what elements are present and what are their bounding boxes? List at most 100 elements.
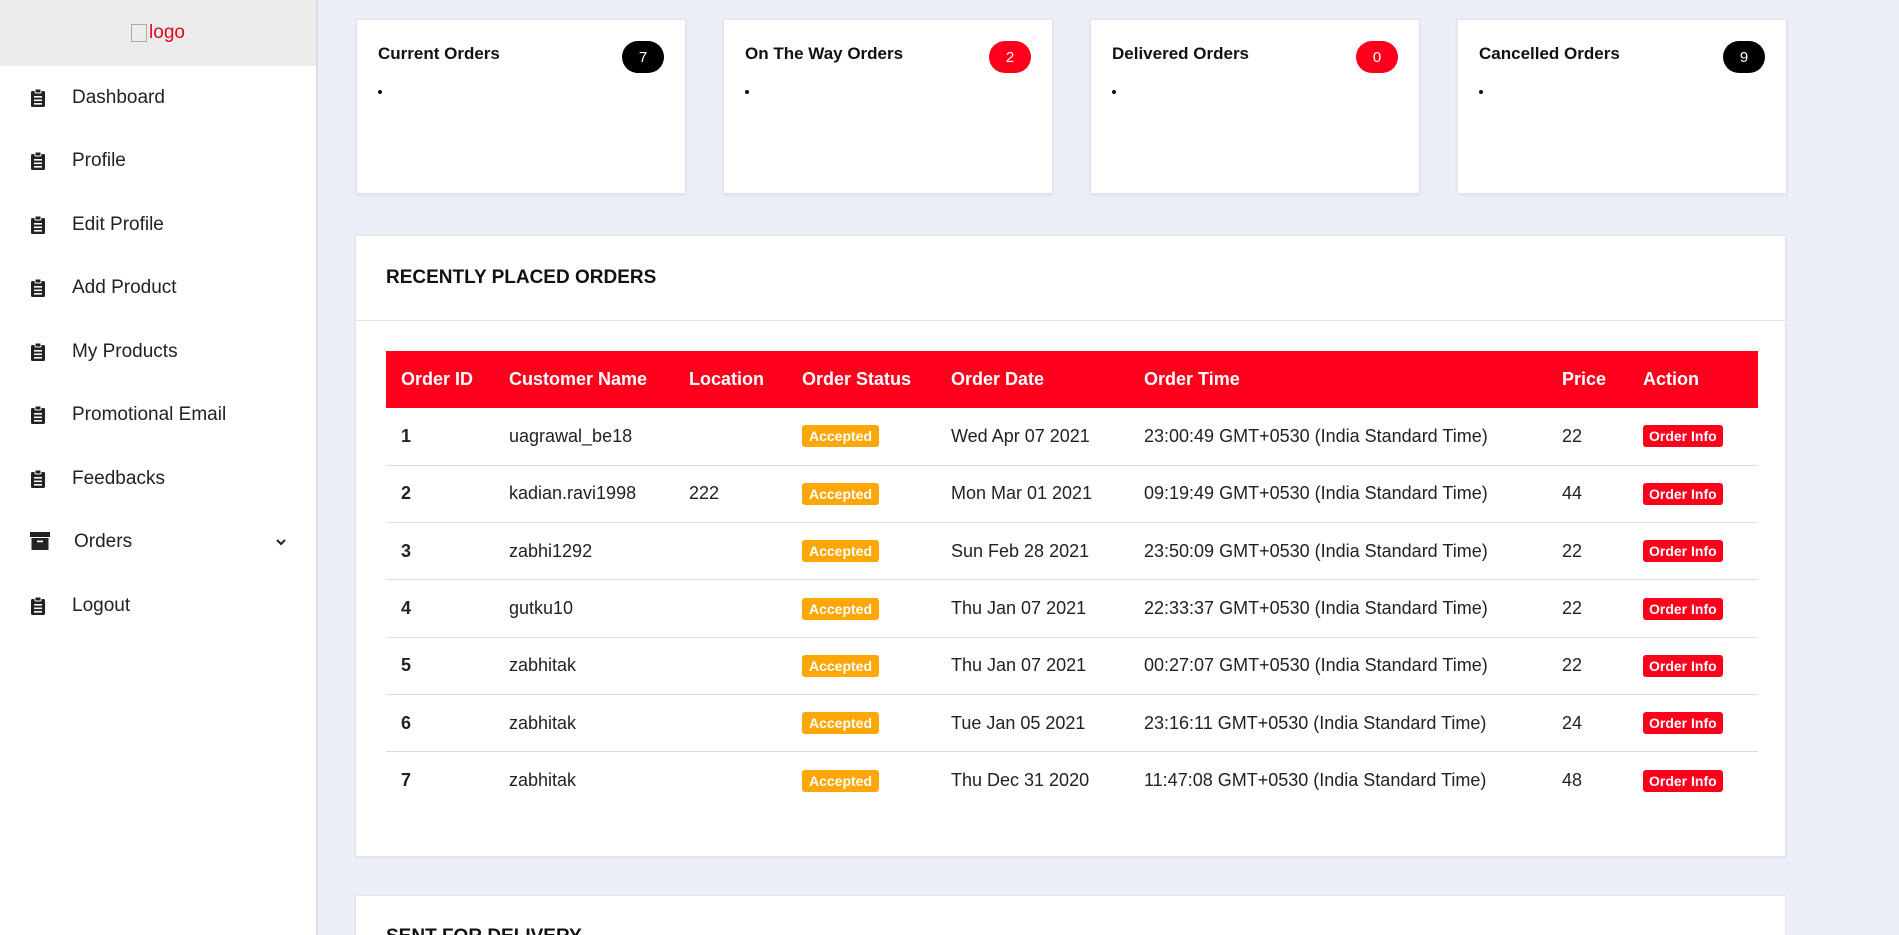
order-id: 2 bbox=[401, 483, 412, 504]
column-header: Action bbox=[1643, 369, 1699, 389]
order-info-button[interactable]: Order Info bbox=[1643, 769, 1723, 792]
order-status-cell: Accepted bbox=[787, 580, 936, 637]
card-title: Cancelled Orders bbox=[1479, 44, 1620, 63]
order-time: 23:50:09 GMT+0530 (India Standard Time) bbox=[1144, 540, 1488, 561]
sidebar-item-logout[interactable]: Logout bbox=[0, 574, 316, 638]
clipboard-icon bbox=[30, 88, 46, 108]
order-time: 00:27:07 GMT+0530 (India Standard Time) bbox=[1144, 655, 1488, 676]
location bbox=[674, 694, 787, 751]
order-date: Sun Feb 28 2021 bbox=[951, 540, 1090, 561]
card-dot bbox=[378, 90, 382, 94]
clipboard-icon bbox=[30, 151, 46, 171]
summary-card[interactable]: Cancelled Orders 9 bbox=[1457, 19, 1787, 194]
order-info-button[interactable]: Order Info bbox=[1643, 540, 1723, 563]
summary-card[interactable]: Delivered Orders 0 bbox=[1090, 19, 1420, 194]
column-header: Order Status bbox=[802, 369, 912, 389]
order-info-button[interactable]: Order Info bbox=[1643, 482, 1723, 505]
sidebar-item-feedbacks[interactable]: Feedbacks bbox=[0, 447, 316, 511]
status-badge: Accepted bbox=[802, 712, 880, 735]
order-time: 11:47:08 GMT+0530 (India Standard Time) bbox=[1144, 770, 1487, 791]
order-info-button[interactable]: Order Info bbox=[1643, 654, 1723, 677]
count-badge: 7 bbox=[622, 41, 664, 73]
clipboard-icon bbox=[30, 469, 46, 489]
customer-name: zabhitak bbox=[509, 770, 577, 791]
action-cell: Order Info bbox=[1628, 408, 1758, 465]
sidebar-item-label: My Products bbox=[72, 340, 178, 362]
column-header: Order Time bbox=[1144, 369, 1240, 389]
order-status-cell: Accepted bbox=[787, 523, 936, 580]
location bbox=[674, 580, 787, 637]
order-info-button[interactable]: Order Info bbox=[1643, 425, 1723, 448]
order-time: 23:00:49 GMT+0530 (India Standard Time) bbox=[1144, 425, 1488, 446]
column-header: Price bbox=[1562, 369, 1607, 389]
table-row: 5 zabhitak Accepted Thu Jan 07 2021 00:27:07… bbox=[386, 637, 1758, 695]
card-dot bbox=[1112, 90, 1116, 94]
order-id: 1 bbox=[401, 425, 412, 446]
order-info-button[interactable]: Order Info bbox=[1643, 597, 1723, 620]
column-header: Customer Name bbox=[509, 369, 648, 389]
location: 222 bbox=[689, 483, 720, 504]
sidebar-item-label: Promotional Email bbox=[72, 404, 227, 426]
status-badge: Accepted bbox=[802, 482, 880, 505]
location bbox=[674, 637, 787, 694]
order-status-cell: Accepted bbox=[787, 752, 936, 809]
logo[interactable]: logo bbox=[131, 22, 185, 44]
main-content: Current Orders 7 On The Way Orders 2 Deliver… bbox=[318, 0, 1899, 935]
customer-name: uagrawal_be18 bbox=[509, 425, 633, 446]
price: 24 bbox=[1562, 712, 1583, 733]
order-date: Wed Apr 07 2021 bbox=[951, 425, 1090, 446]
card-title: Delivered Orders bbox=[1112, 44, 1250, 63]
summary-card[interactable]: On The Way Orders 2 bbox=[723, 19, 1053, 194]
table-header-row: Order ID Customer Name Location Order Statu… bbox=[386, 351, 1758, 408]
action-cell: Order Info bbox=[1628, 637, 1758, 694]
card-title: On The Way Orders bbox=[745, 44, 904, 63]
sidebar-item-label: Logout bbox=[72, 594, 131, 616]
sidebar-item-promotional-email[interactable]: Promotional Email bbox=[0, 384, 316, 448]
sidebar: logo Dashboard Profile Edit Profile Add Pro… bbox=[0, 0, 318, 935]
price: 22 bbox=[1562, 598, 1583, 619]
card-title: Current Orders bbox=[378, 44, 500, 63]
customer-name: zabhitak bbox=[509, 655, 577, 676]
sidebar-item-profile[interactable]: Profile bbox=[0, 130, 316, 194]
table-row: 2 kadian.ravi1998 222 Accepted Mon Mar 01 20… bbox=[386, 465, 1758, 523]
order-id: 5 bbox=[401, 655, 412, 676]
order-info-button[interactable]: Order Info bbox=[1643, 712, 1723, 735]
chevron-down-icon[interactable] bbox=[274, 535, 288, 549]
sidebar-item-edit-profile[interactable]: Edit Profile bbox=[0, 193, 316, 257]
status-badge: Accepted bbox=[802, 654, 880, 677]
sidebar-item-label: Profile bbox=[72, 150, 126, 172]
count-badge: 9 bbox=[1723, 41, 1765, 73]
column-header: Order Date bbox=[951, 369, 1045, 389]
sent-for-delivery-title: SENT FOR DELIVERY bbox=[386, 926, 582, 935]
order-id: 4 bbox=[401, 598, 412, 619]
summary-card[interactable]: Current Orders 7 bbox=[356, 19, 686, 194]
sidebar-item-my-products[interactable]: My Products bbox=[0, 320, 316, 384]
broken-image-icon bbox=[131, 24, 148, 42]
status-badge: Accepted bbox=[802, 540, 880, 563]
sidebar-item-add-product[interactable]: Add Product bbox=[0, 257, 316, 321]
sent-for-delivery-panel: SENT FOR DELIVERY bbox=[355, 895, 1786, 935]
status-badge: Accepted bbox=[802, 425, 880, 448]
price: 22 bbox=[1562, 540, 1583, 561]
logo-alt-text: logo bbox=[149, 22, 185, 43]
card-dot bbox=[745, 90, 749, 94]
sidebar-item-orders[interactable]: Orders bbox=[0, 511, 316, 575]
sidebar-item-label: Feedbacks bbox=[72, 467, 165, 489]
order-id: 6 bbox=[401, 712, 412, 733]
price: 22 bbox=[1562, 655, 1583, 676]
card-dot bbox=[1479, 90, 1483, 94]
table-row: 4 gutku10 Accepted Thu Jan 07 2021 22:33:37 … bbox=[386, 580, 1758, 638]
recent-orders-table: Order ID Customer Name Location Order Statu… bbox=[386, 351, 1758, 809]
order-status-cell: Accepted bbox=[787, 694, 936, 751]
action-cell: Order Info bbox=[1628, 752, 1758, 809]
clipboard-icon bbox=[30, 405, 46, 425]
sidebar-item-label: Edit Profile bbox=[72, 213, 164, 235]
order-date: Thu Dec 31 2020 bbox=[951, 770, 1090, 791]
sidebar-item-dashboard[interactable]: Dashboard bbox=[0, 66, 316, 130]
order-date: Thu Jan 07 2021 bbox=[951, 655, 1087, 676]
order-date: Tue Jan 05 2021 bbox=[951, 712, 1086, 733]
location bbox=[674, 752, 787, 809]
order-time: 23:16:11 GMT+0530 (India Standard Time) bbox=[1144, 712, 1487, 733]
order-time: 09:19:49 GMT+0530 (India Standard Time) bbox=[1144, 483, 1488, 504]
action-cell: Order Info bbox=[1628, 523, 1758, 580]
